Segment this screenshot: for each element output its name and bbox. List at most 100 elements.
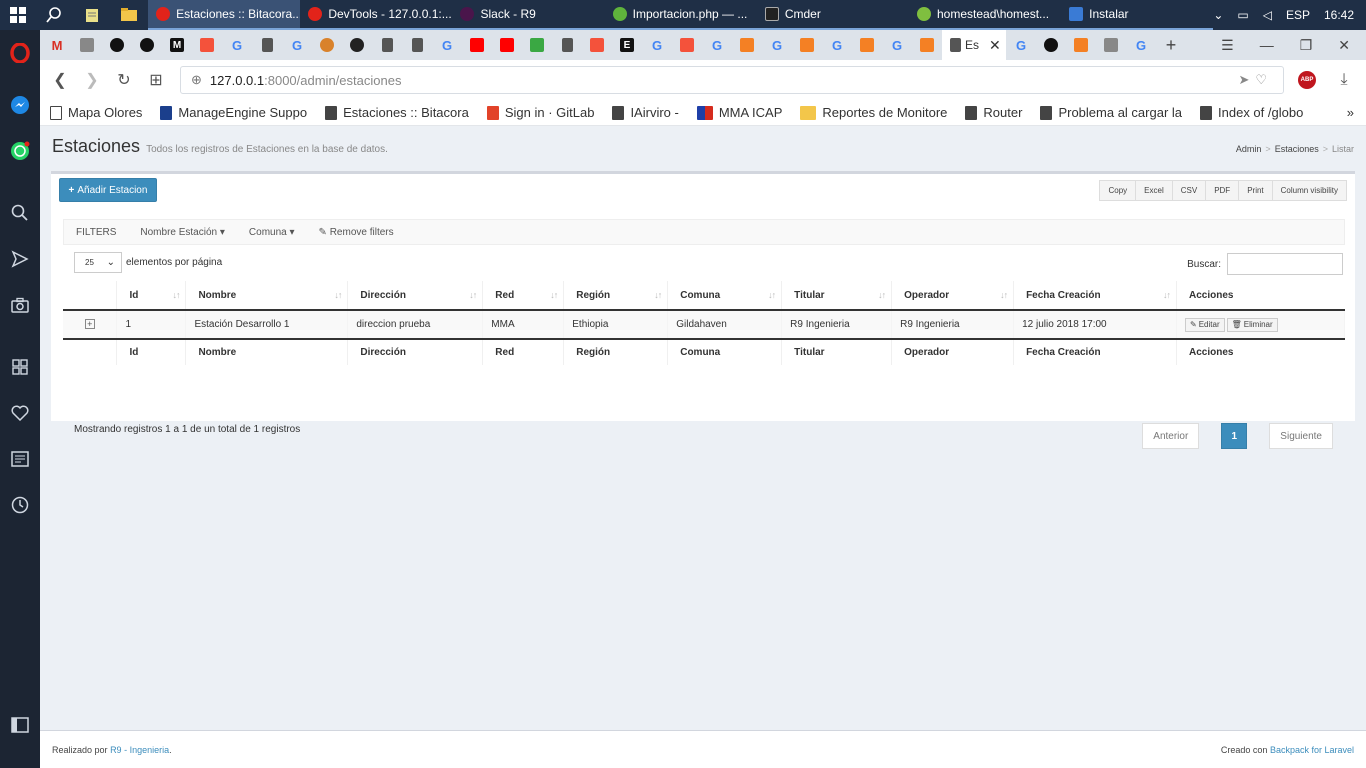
bookmark-problema[interactable]: Problema al cargar la bbox=[1040, 105, 1182, 120]
taskbar-task-opera[interactable]: Estaciones :: Bitacora... bbox=[148, 0, 301, 30]
bookmark-mma-icap[interactable]: MMA ICAP bbox=[696, 105, 782, 120]
current-page-button[interactable]: 1 bbox=[1221, 423, 1248, 449]
tab-google[interactable]: G bbox=[432, 32, 462, 58]
pdf-button[interactable]: PDF bbox=[1205, 180, 1240, 201]
excel-button[interactable]: Excel bbox=[1135, 180, 1173, 201]
tab-laravel[interactable] bbox=[192, 32, 222, 58]
tab-github[interactable] bbox=[132, 32, 162, 58]
tab-google[interactable]: G bbox=[822, 32, 852, 58]
backpack-link[interactable]: Backpack for Laravel bbox=[1270, 745, 1354, 755]
bookmark-index-globo[interactable]: Index of /globo bbox=[1200, 105, 1303, 120]
header-id[interactable]: Id ↓↑ bbox=[116, 281, 187, 311]
tab-stackoverflow[interactable] bbox=[852, 32, 882, 58]
close-tab-icon[interactable]: ✕ bbox=[989, 37, 1001, 54]
tab-google[interactable]: G bbox=[882, 32, 912, 58]
back-icon[interactable]: ❮ bbox=[44, 64, 76, 96]
bookmark-iairviro[interactable]: IAirviro - bbox=[612, 105, 679, 120]
tab-google[interactable]: G bbox=[642, 32, 672, 58]
file-explorer-icon[interactable] bbox=[111, 0, 149, 30]
header-nombre[interactable]: Nombre ↓↑ bbox=[185, 281, 349, 311]
bookmark-mapa-olores[interactable]: Mapa Olores bbox=[50, 105, 142, 120]
tab-document[interactable] bbox=[252, 32, 282, 58]
news-icon[interactable] bbox=[0, 436, 40, 482]
tab-snowflake[interactable] bbox=[342, 32, 372, 58]
column-visibility-button[interactable]: Column visibility bbox=[1271, 180, 1347, 201]
taskbar-task-homestead[interactable]: homestead\homest... bbox=[909, 0, 1062, 30]
taskbar-task-instalar[interactable]: Instalar bbox=[1061, 0, 1214, 30]
opera-logo-icon[interactable] bbox=[0, 30, 40, 76]
header-operador[interactable]: Operador ↓↑ bbox=[891, 281, 1015, 311]
history-icon[interactable] bbox=[0, 482, 40, 528]
tab-stackoverflow[interactable] bbox=[912, 32, 942, 58]
breadcrumb-estaciones[interactable]: Estaciones bbox=[1275, 144, 1319, 154]
search-input[interactable] bbox=[1227, 253, 1343, 275]
tab-laravel[interactable] bbox=[672, 32, 702, 58]
tab-github[interactable] bbox=[102, 32, 132, 58]
delete-button[interactable]: 🗑 Eliminar bbox=[1226, 317, 1278, 332]
tab-stackoverflow[interactable] bbox=[732, 32, 762, 58]
tab-document[interactable] bbox=[402, 32, 432, 58]
header-region[interactable]: Región ↓↑ bbox=[563, 281, 669, 311]
windows-start-icon[interactable] bbox=[0, 0, 36, 30]
tab-google[interactable]: G bbox=[1006, 32, 1036, 58]
bookmark-gitlab[interactable]: Sign in · GitLab bbox=[486, 105, 594, 120]
tab-youtube[interactable] bbox=[462, 32, 492, 58]
search-icon[interactable] bbox=[0, 190, 40, 236]
sidebar-toggle-icon[interactable] bbox=[0, 702, 40, 748]
speed-dial-icon[interactable] bbox=[0, 344, 40, 390]
camera-icon[interactable] bbox=[0, 282, 40, 328]
bookmark-manageengine[interactable]: ManageEngine Suppo bbox=[160, 105, 307, 120]
messenger-icon[interactable] bbox=[0, 82, 40, 128]
tab-menu-icon[interactable]: ☰ bbox=[1221, 37, 1234, 54]
search-icon[interactable] bbox=[36, 0, 74, 30]
tab-e[interactable]: E bbox=[612, 32, 642, 58]
url-field[interactable]: ⊕ 127.0.0.1:8000/admin/estaciones ➤♡ bbox=[180, 66, 1284, 94]
page-length-select[interactable]: 25 ⌄ bbox=[74, 252, 122, 273]
reload-icon[interactable]: ↻ bbox=[108, 64, 140, 96]
tab-stackoverflow[interactable] bbox=[1066, 32, 1096, 58]
tab-document[interactable] bbox=[552, 32, 582, 58]
tab-google[interactable]: G bbox=[1126, 32, 1156, 58]
new-tab-button[interactable]: + bbox=[1156, 32, 1186, 58]
close-window-icon[interactable]: ✕ bbox=[1338, 37, 1350, 54]
taskbar-task-cmder[interactable]: Cmder bbox=[756, 0, 909, 30]
speed-dial-icon[interactable]: ⊞ bbox=[140, 64, 172, 96]
remove-filters-button[interactable]: ✎ Remove filters bbox=[307, 227, 406, 238]
speaker-icon[interactable]: ◁ bbox=[1263, 8, 1272, 22]
header-comuna[interactable]: Comuna ↓↑ bbox=[667, 281, 783, 311]
language-indicator[interactable]: ESP bbox=[1286, 8, 1310, 22]
download-icon[interactable]: ⤓ bbox=[1328, 64, 1360, 96]
tab-document[interactable] bbox=[372, 32, 402, 58]
send-icon[interactable] bbox=[0, 236, 40, 282]
tab-medium[interactable]: M bbox=[162, 32, 192, 58]
heart-icon[interactable] bbox=[0, 390, 40, 436]
add-estacion-button[interactable]: + Añadir Estacion bbox=[59, 178, 157, 202]
expand-row-icon[interactable]: + bbox=[84, 319, 95, 329]
r9-link[interactable]: R9 - Ingenieria bbox=[110, 745, 169, 755]
edit-button[interactable]: ✎ Editar bbox=[1185, 317, 1225, 332]
tab-estaciones-active[interactable]: Es ✕ bbox=[942, 30, 1006, 60]
send-and-heart-icons[interactable]: ➤♡ bbox=[1238, 72, 1283, 88]
chevron-up-icon[interactable]: ⌄ bbox=[1213, 8, 1223, 22]
header-titular[interactable]: Titular ↓↑ bbox=[781, 281, 893, 311]
print-button[interactable]: Print bbox=[1238, 180, 1273, 201]
filter-comuna[interactable]: Comuna ▾ bbox=[237, 227, 307, 238]
tab-cloud[interactable] bbox=[1096, 32, 1126, 58]
filter-nombre-estacion[interactable]: Nombre Estación ▾ bbox=[128, 227, 237, 238]
taskbar-task-editor[interactable]: Importacion.php — ... bbox=[604, 0, 757, 30]
tab-github[interactable] bbox=[1036, 32, 1066, 58]
tab-google[interactable]: G bbox=[222, 32, 252, 58]
clock[interactable]: 16:42 bbox=[1324, 8, 1354, 22]
more-bookmarks-icon[interactable]: » bbox=[1347, 105, 1366, 120]
tab-youtube[interactable] bbox=[492, 32, 522, 58]
taskbar-task-slack[interactable]: Slack - R9 bbox=[452, 0, 605, 30]
tab-laravel[interactable] bbox=[582, 32, 612, 58]
tab-google[interactable]: G bbox=[762, 32, 792, 58]
csv-button[interactable]: CSV bbox=[1171, 180, 1207, 201]
restore-icon[interactable]: ❐ bbox=[1300, 37, 1313, 54]
bookmark-router[interactable]: Router bbox=[965, 105, 1022, 120]
tab-google[interactable]: G bbox=[702, 32, 732, 58]
minimize-icon[interactable]: — bbox=[1260, 37, 1274, 54]
header-red[interactable]: Red ↓↑ bbox=[482, 281, 565, 311]
previous-page-button[interactable]: Anterior bbox=[1142, 423, 1200, 449]
